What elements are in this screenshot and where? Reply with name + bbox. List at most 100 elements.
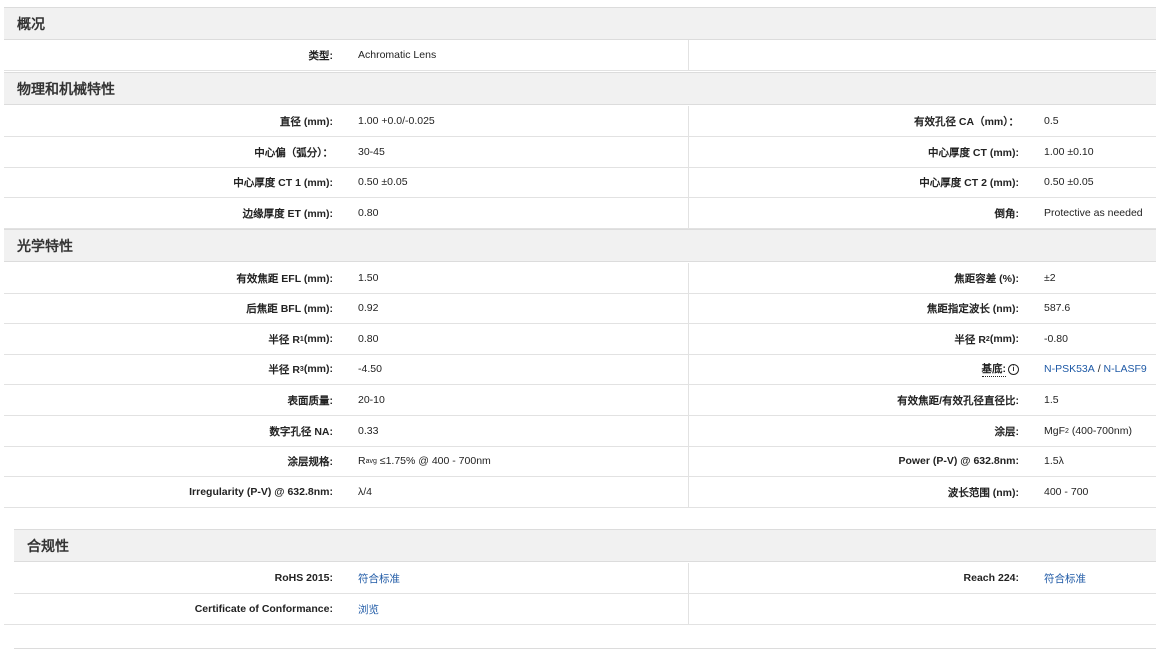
- spec-value: 1.00 +0.0/-0.025: [358, 115, 435, 127]
- value-text: MgF: [1044, 425, 1065, 437]
- spec-row: 半径 R3 (mm): -4.50 基底: i N-PSK53A / N-LASF…: [4, 354, 1156, 385]
- spec-value: 0.33: [358, 425, 379, 437]
- column-divider: [688, 40, 689, 70]
- spec-value: 30-45: [358, 146, 385, 158]
- spec-value: Ravg ≤1.75% @ 400 - 700nm: [358, 446, 688, 476]
- spec-label: Irregularity (P-V) @ 632.8nm:: [189, 486, 333, 498]
- section-title: 合规性: [27, 537, 69, 554]
- spec-label: 表面质量:: [287, 394, 334, 407]
- label-text: 半径 R: [954, 333, 986, 346]
- spec-value: 20-10: [358, 394, 385, 406]
- spec-row: 涂层规格: Ravg ≤1.75% @ 400 - 700nm Power (P…: [4, 446, 1156, 477]
- spec-row: 后焦距 BFL (mm): 0.92 焦距指定波长 (nm): 587.6: [4, 293, 1156, 324]
- spec-row: 表面质量: 20-10 有效焦距/有效孔径直径比: 1.5: [4, 385, 1156, 416]
- spec-row-type: 类型: Achromatic Lens: [4, 40, 1156, 71]
- spec-label: 后焦距 BFL (mm):: [246, 302, 333, 315]
- spec-row: 边缘厚度 ET (mm): 0.80 倒角: Protective as nee…: [4, 198, 1156, 229]
- spec-value: 0.80: [358, 207, 379, 219]
- spec-value: 1.5: [1044, 394, 1059, 406]
- substrate-link-n-psk53a[interactable]: N-PSK53A: [1044, 363, 1095, 375]
- value-text: R: [358, 455, 366, 467]
- spec-value: ±2: [1044, 272, 1056, 284]
- info-icon[interactable]: i: [1008, 363, 1019, 375]
- label-text: 半径 R: [268, 333, 300, 346]
- section-header-compliance: 合规性: [14, 529, 1156, 562]
- spec-label: 类型:: [308, 49, 334, 62]
- section-header-overview: 概况: [4, 7, 1156, 40]
- spec-label: 中心厚度 CT 2 (mm):: [919, 176, 1019, 189]
- spec-value: N-PSK53A / N-LASF9: [1044, 354, 1156, 384]
- value-text: ≤1.75% @ 400 - 700nm: [376, 455, 491, 467]
- spec-row: 中心厚度 CT 1 (mm): 0.50 ±0.05 中心厚度 CT 2 (mm…: [4, 167, 1156, 198]
- spec-label: 焦距容差 (%):: [954, 272, 1019, 285]
- subscript: avg: [365, 457, 377, 465]
- spec-label: 中心偏（弧分）：: [254, 146, 333, 159]
- spec-value: 1.00 ±0.10: [1044, 146, 1094, 158]
- spec-label: 半径 R2 (mm):: [689, 324, 1019, 354]
- spec-row: 半径 R1 (mm): 0.80 半径 R2 (mm): -0.80: [4, 324, 1156, 355]
- spec-label: RoHS 2015:: [274, 572, 333, 584]
- value-text: (400-700nm): [1068, 425, 1132, 437]
- spec-label: 涂层规格:: [287, 455, 334, 468]
- spec-row: RoHS 2015: 符合标准 Reach 224: 符合标准: [14, 563, 1156, 594]
- spec-value: λ/4: [358, 486, 373, 498]
- spec-label: 数字孔径 NA:: [269, 425, 333, 438]
- label-text: (mm):: [303, 363, 333, 375]
- spec-label[interactable]: 基底: i: [689, 354, 1019, 384]
- bottom-divider: [14, 648, 1156, 649]
- spec-label: Certificate of Conformance:: [194, 603, 333, 615]
- spec-value: 400 - 700: [1044, 486, 1089, 498]
- spec-label: 有效孔径 CA（mm）：: [913, 115, 1019, 128]
- label-text: (mm):: [303, 333, 333, 345]
- spec-label: Power (P-V) @ 632.8nm:: [898, 455, 1019, 467]
- spec-value: 符合标准: [1044, 563, 1156, 593]
- spec-label: 半径 R1 (mm):: [4, 324, 333, 354]
- spec-value: 0.80: [358, 333, 379, 345]
- spec-value: MgF 2 (400-700nm): [1044, 416, 1156, 446]
- spec-value: 0.92: [358, 302, 379, 314]
- spec-value: 0.50 ±0.05: [1044, 176, 1094, 188]
- spec-row: Irregularity (P-V) @ 632.8nm: λ/4 波长范围 (…: [4, 477, 1156, 508]
- spec-row: 数字孔径 NA: 0.33 涂层: MgF 2 (400-700nm): [4, 416, 1156, 447]
- spec-label: 焦距指定波长 (nm):: [926, 302, 1019, 315]
- label-text: 半径 R: [268, 363, 300, 376]
- spec-label: 涂层:: [994, 425, 1020, 438]
- spec-value: 0.5: [1044, 115, 1059, 127]
- section-title: 概况: [17, 15, 45, 32]
- substrate-tooltip-trigger[interactable]: 基底:: [981, 361, 1006, 377]
- coc-view-link[interactable]: 浏览: [358, 602, 379, 617]
- spec-value: 1.5λ: [1044, 455, 1064, 467]
- section-header-physical: 物理和机械特性: [4, 72, 1156, 105]
- spec-label: 有效焦距/有效孔径直径比:: [897, 394, 1019, 407]
- spec-label: 中心厚度 CT (mm):: [928, 146, 1019, 159]
- spec-value: -0.80: [1044, 333, 1068, 345]
- spec-label: 有效焦距 EFL (mm):: [236, 272, 333, 285]
- spec-row: 有效焦距 EFL (mm): 1.50 焦距容差 (%): ±2: [4, 263, 1156, 294]
- spec-label: 半径 R3 (mm):: [4, 354, 333, 384]
- substrate-link-n-lasf9[interactable]: N-LASF9: [1104, 363, 1147, 375]
- spec-value: 587.6: [1044, 302, 1071, 314]
- spec-value: -4.50: [358, 363, 382, 375]
- section-title: 物理和机械特性: [17, 80, 115, 97]
- spec-row: 中心偏（弧分）： 30-45 中心厚度 CT (mm): 1.00 ±0.10: [4, 137, 1156, 168]
- spec-label: Reach 224:: [963, 572, 1019, 584]
- spec-label: 直径 (mm):: [279, 115, 333, 128]
- spec-value: 符合标准: [358, 563, 688, 593]
- spec-value: Achromatic Lens: [358, 49, 437, 61]
- separator: /: [1094, 363, 1104, 375]
- spec-value: 1.50: [358, 272, 379, 284]
- spec-value: 0.50 ±0.05: [358, 176, 408, 188]
- spec-label: 波长范围 (nm):: [947, 486, 1019, 499]
- spec-label: 中心厚度 CT 1 (mm):: [233, 176, 333, 189]
- section-title: 光学特性: [17, 237, 73, 254]
- spec-label: 边缘厚度 ET (mm):: [242, 207, 333, 220]
- label-text: (mm):: [989, 333, 1019, 345]
- spec-row: Certificate of Conformance: 浏览: [4, 594, 1156, 625]
- section-header-optical: 光学特性: [4, 229, 1156, 262]
- spec-value: 浏览: [358, 594, 688, 624]
- column-divider: [688, 594, 689, 624]
- spec-label: 倒角:: [994, 207, 1020, 220]
- rohs-compliance-link[interactable]: 符合标准: [358, 571, 400, 586]
- spec-value: Protective as needed: [1044, 207, 1143, 219]
- reach-compliance-link[interactable]: 符合标准: [1044, 571, 1086, 586]
